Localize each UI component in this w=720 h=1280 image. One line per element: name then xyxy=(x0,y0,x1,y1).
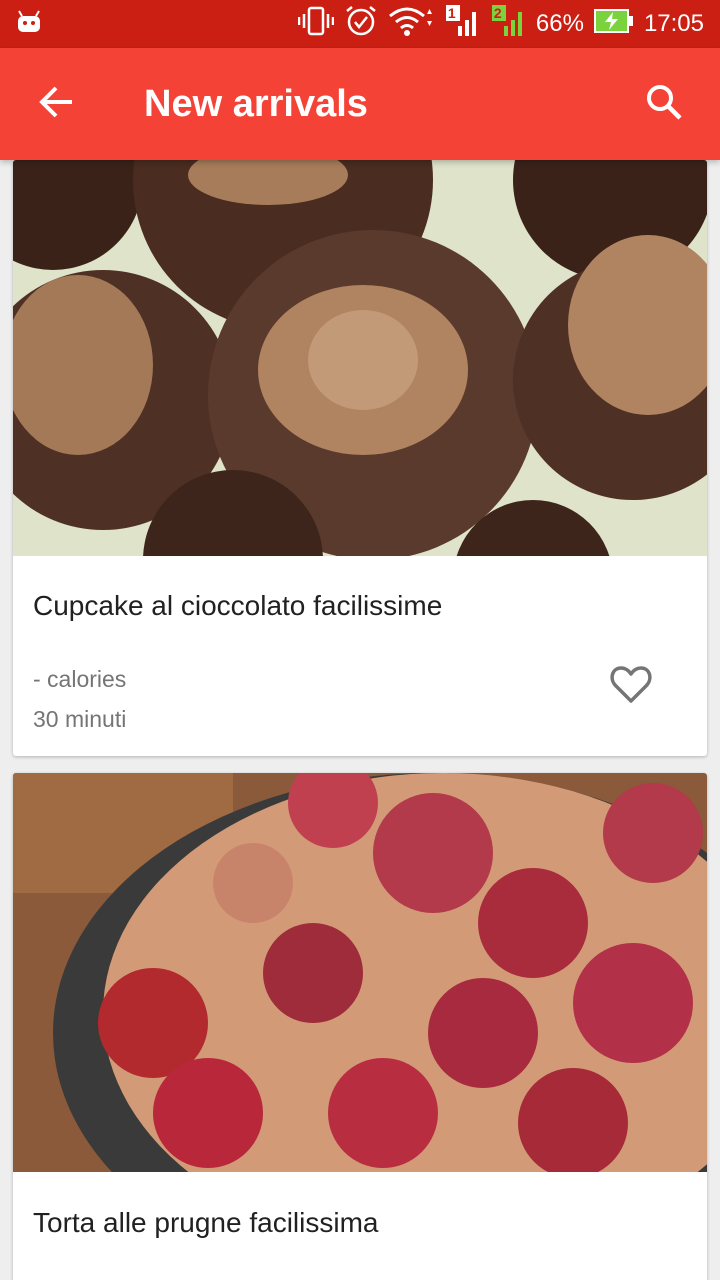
recipe-calories: - calories xyxy=(33,666,127,692)
recipe-card[interactable]: Cupcake al cioccolato facilissime - calo… xyxy=(13,160,707,756)
signal-icon: 1 xyxy=(444,4,480,45)
android-icon xyxy=(16,9,42,39)
battery-percent: 66% xyxy=(535,10,584,37)
clock: 17:05 xyxy=(643,10,704,37)
vibrate-icon xyxy=(297,5,335,44)
search-icon xyxy=(645,83,683,126)
favorite-button[interactable] xyxy=(607,660,655,708)
recipe-title: Cupcake al cioccolato facilissime xyxy=(33,590,443,621)
search-button[interactable] xyxy=(608,48,720,160)
app-bar: New arrivals xyxy=(0,48,720,160)
heart-outline-icon xyxy=(607,666,655,712)
recipe-time: 30 minuti xyxy=(33,706,127,732)
recipe-card[interactable]: Torta alle prugne facilissima xyxy=(13,773,707,1280)
wifi-icon xyxy=(388,5,434,44)
recipe-photo xyxy=(13,773,707,1172)
signal-icon: 2 xyxy=(490,4,526,45)
arrow-back-icon xyxy=(38,84,74,125)
page-title: New arrivals xyxy=(144,82,368,125)
status-bar: 1 2 66% 17:05 xyxy=(0,0,720,48)
alarm-icon xyxy=(344,4,378,45)
sim1-label: 1 xyxy=(447,4,456,21)
recipe-photo xyxy=(13,160,707,556)
battery-charging-icon xyxy=(593,8,634,41)
recipe-title: Torta alle prugne facilissima xyxy=(33,1207,379,1238)
recipe-list[interactable]: Cupcake al cioccolato facilissime - calo… xyxy=(0,160,720,1280)
sim2-label: 2 xyxy=(493,4,502,21)
back-button[interactable] xyxy=(0,48,112,160)
